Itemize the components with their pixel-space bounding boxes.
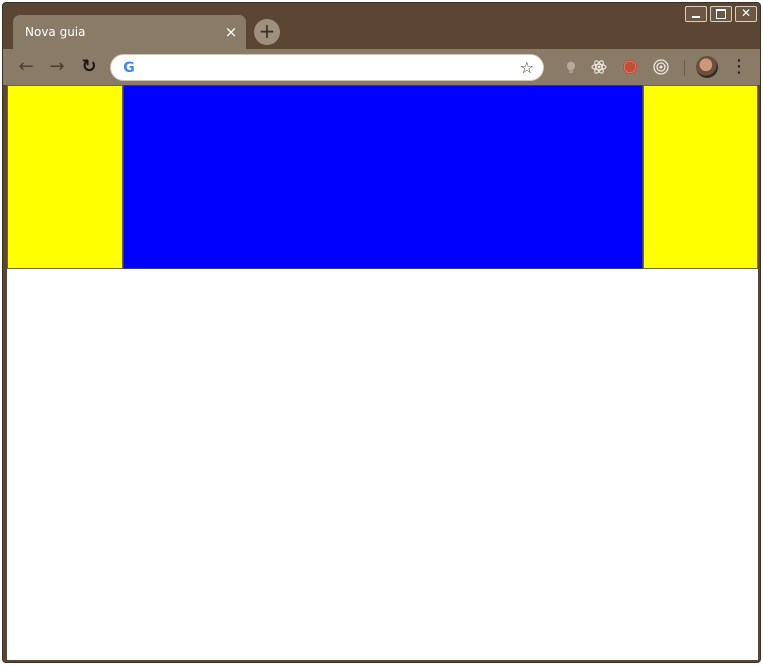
title-bar: Nova guia × + ✕ <box>3 3 760 49</box>
right-block <box>643 85 758 269</box>
bookmark-star-icon[interactable]: ☆ <box>520 58 534 77</box>
forward-button[interactable]: → <box>46 56 68 78</box>
react-icon[interactable] <box>591 59 607 75</box>
toolbar: ← → ↻ G ☆ ⋮ <box>3 49 760 85</box>
left-block <box>7 85 123 269</box>
back-button[interactable]: ← <box>15 56 37 78</box>
close-window-button[interactable]: ✕ <box>735 6 757 22</box>
maximize-button[interactable] <box>710 6 732 22</box>
new-tab-button[interactable]: + <box>254 19 280 45</box>
target-icon[interactable] <box>653 59 669 75</box>
tab-title: Nova guia <box>25 25 86 39</box>
bulb-icon[interactable] <box>563 59 579 75</box>
google-icon: G <box>123 60 135 76</box>
minimize-button[interactable] <box>685 6 707 22</box>
address-bar[interactable]: G ☆ <box>110 54 544 81</box>
close-tab-icon[interactable]: × <box>222 23 240 41</box>
browser-window: Nova guia × + ✕ ← → ↻ G ☆ ⋮ <box>2 2 761 663</box>
toolbar-separator <box>684 60 685 76</box>
address-input[interactable] <box>145 58 509 80</box>
stop-icon[interactable] <box>622 59 638 75</box>
center-block <box>123 85 643 269</box>
tab-nova-guia[interactable]: Nova guia × <box>13 15 246 49</box>
page-viewport <box>7 85 758 660</box>
profile-avatar[interactable] <box>696 56 718 78</box>
window-controls: ✕ <box>685 6 757 22</box>
reload-button[interactable]: ↻ <box>78 56 100 78</box>
menu-icon[interactable]: ⋮ <box>730 58 748 78</box>
